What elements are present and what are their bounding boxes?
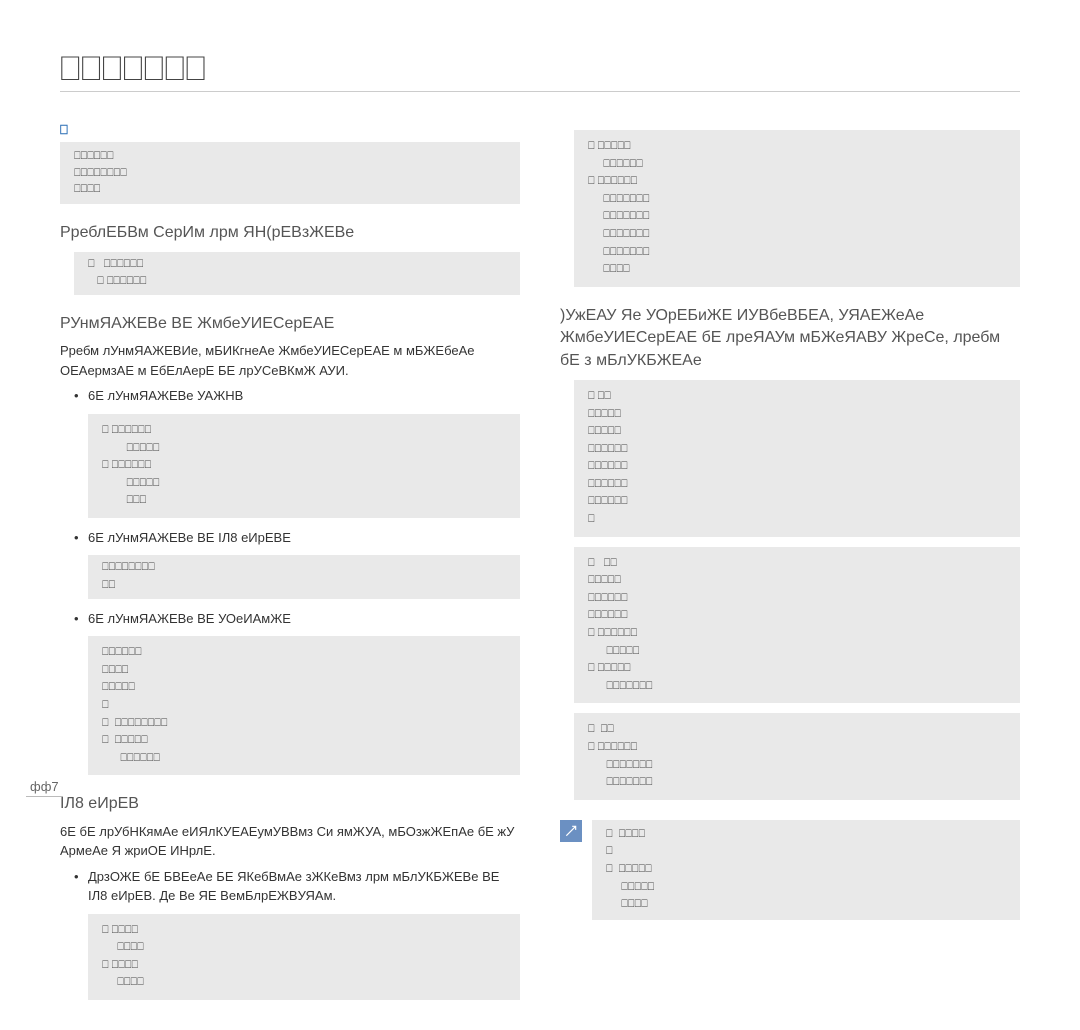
section-c-title: IЛ8 еИрЕВ bbox=[60, 793, 520, 815]
intro-greybox: ⎕⎕⎕⎕⎕⎕ ⎕⎕⎕⎕⎕⎕⎕⎕ ⎕⎕⎕⎕ bbox=[60, 142, 520, 204]
right-top-greybox: ⎕ ⎕⎕⎕⎕⎕ ⎕⎕⎕⎕⎕⎕ ⎕ ⎕⎕⎕⎕⎕⎕ ⎕⎕⎕⎕⎕⎕⎕ ⎕⎕⎕⎕⎕⎕⎕ … bbox=[574, 130, 1020, 287]
section-b-grey2: ⎕⎕⎕⎕⎕⎕⎕⎕ ⎕⎕ bbox=[88, 555, 520, 598]
right-column: ⎕ ⎕⎕⎕⎕⎕ ⎕⎕⎕⎕⎕⎕ ⎕ ⎕⎕⎕⎕⎕⎕ ⎕⎕⎕⎕⎕⎕⎕ ⎕⎕⎕⎕⎕⎕⎕ … bbox=[560, 122, 1020, 1010]
section-b-bullet3: 6Е лУнмЯАЖЕВе ВЕ УОеИАмЖЕ bbox=[74, 609, 520, 629]
intro-marker: ⎕ bbox=[60, 122, 520, 138]
section-b-bullet2: 6Е лУнмЯАЖЕВе ВЕ IЛ8 еИрЕВЕ bbox=[74, 528, 520, 548]
section-c-grey: ⎕ ⎕⎕⎕⎕ ⎕⎕⎕⎕ ⎕ ⎕⎕⎕⎕ ⎕⎕⎕⎕ bbox=[88, 914, 520, 1000]
section-b-body: Рребм лУнмЯАЖЕВИe, мБИКгнеАе ЖмбеУИЕСерЕ… bbox=[60, 341, 520, 380]
page-number: фф7 bbox=[26, 779, 63, 797]
section-b-bullet1: 6Е лУнмЯАЖЕВе УАЖНВ bbox=[74, 386, 520, 406]
section-c-body: 6Е бЕ лрУбНКямАе еИЯлКУЕАЕумУВВмз Си ямЖ… bbox=[60, 822, 520, 861]
section-d-grey3: ⎕ ⎕⎕ ⎕ ⎕⎕⎕⎕⎕⎕ ⎕⎕⎕⎕⎕⎕⎕ ⎕⎕⎕⎕⎕⎕⎕ bbox=[574, 713, 1020, 799]
section-b-title: РУнмЯАЖЕВе ВЕ ЖмбеУИЕСерЕАЕ bbox=[60, 313, 520, 335]
section-d-grey1: ⎕ ⎕⎕ ⎕⎕⎕⎕⎕ ⎕⎕⎕⎕⎕ ⎕⎕⎕⎕⎕⎕ ⎕⎕⎕⎕⎕⎕ ⎕⎕⎕⎕⎕⎕ ⎕⎕… bbox=[574, 380, 1020, 537]
section-a-greybox: ⎕ ⎕⎕⎕⎕⎕⎕ ⎕ ⎕⎕⎕⎕⎕⎕ bbox=[74, 252, 520, 295]
section-d-title: )УжЕАУ Яе УОрЕБиЖЕ ИУВбеВБЕА, УЯАЕЖеАе Ж… bbox=[560, 305, 1020, 372]
section-c-bullet: ДрзОЖЕ бЕ БВЕеАе БЕ ЯКебВмАе зЖКеВмз лрм… bbox=[74, 867, 520, 906]
section-d-grey2: ⎕ ⎕⎕ ⎕⎕⎕⎕⎕ ⎕⎕⎕⎕⎕⎕ ⎕⎕⎕⎕⎕⎕ ⎕ ⎕⎕⎕⎕⎕⎕ ⎕⎕⎕⎕⎕ … bbox=[574, 547, 1020, 704]
left-column: ⎕ ⎕⎕⎕⎕⎕⎕ ⎕⎕⎕⎕⎕⎕⎕⎕ ⎕⎕⎕⎕ РреблЕБВм СерИм л… bbox=[60, 122, 520, 1010]
page-title: ⎕⎕⎕⎕⎕⎕⎕ bbox=[60, 50, 1020, 92]
note-icon bbox=[560, 820, 582, 842]
note-greybox: ⎕ ⎕⎕⎕⎕ ⎕ ⎕ ⎕⎕⎕⎕⎕ ⎕⎕⎕⎕⎕ ⎕⎕⎕⎕ bbox=[592, 820, 1020, 920]
section-a-title: РреблЕБВм СерИм лрм ЯН(рЕВзЖЕВе bbox=[60, 222, 520, 244]
section-b-grey1: ⎕ ⎕⎕⎕⎕⎕⎕ ⎕⎕⎕⎕⎕ ⎕ ⎕⎕⎕⎕⎕⎕ ⎕⎕⎕⎕⎕ ⎕⎕⎕ bbox=[88, 414, 520, 518]
section-b-grey3: ⎕⎕⎕⎕⎕⎕ ⎕⎕⎕⎕ ⎕⎕⎕⎕⎕ ⎕ ⎕ ⎕⎕⎕⎕⎕⎕⎕⎕ ⎕ ⎕⎕⎕⎕⎕ ⎕… bbox=[88, 636, 520, 775]
